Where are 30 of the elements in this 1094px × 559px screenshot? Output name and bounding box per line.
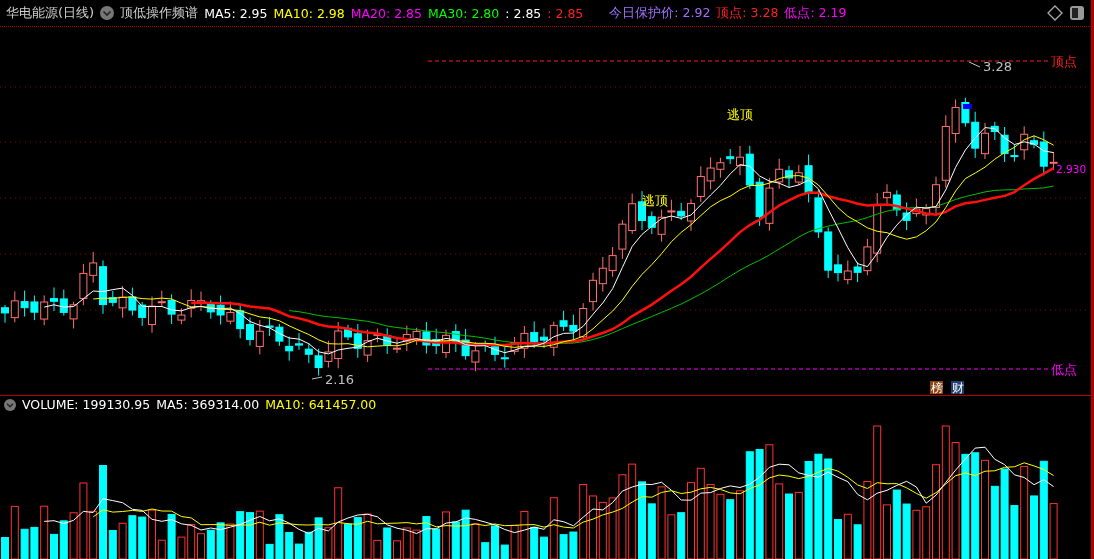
badge[interactable]: 榜 <box>930 381 943 395</box>
leader-line <box>311 376 323 380</box>
volume-value: MA10: 641457.00 <box>265 397 377 412</box>
dropdown-icon[interactable] <box>4 398 16 411</box>
indicator-value: 今日保护价: 2.92 <box>609 4 711 22</box>
indicator-value: : 2.85 <box>547 5 584 21</box>
diamond-icon[interactable] <box>1047 5 1063 21</box>
chart-annotation: 3.28 <box>983 59 1012 74</box>
chart-annotation: 2.16 <box>325 372 354 387</box>
indicator-name[interactable]: 顶低操作频谱 <box>120 4 199 22</box>
volume-value: VOLUME: 199130.95 <box>22 397 151 412</box>
dropdown-icon[interactable] <box>100 6 115 20</box>
chart-annotation: 低点 <box>1051 362 1077 377</box>
indicator-value: MA20: 2.85 <box>350 5 422 21</box>
indicator-value: 顶点: 3.28 <box>716 4 779 22</box>
indicator-value: 低点: 2.19 <box>784 4 847 22</box>
indicator-value: MA10: 2.98 <box>273 5 345 21</box>
panel-toggle-icon[interactable] <box>1069 5 1085 21</box>
stock-title: 华电能源(日线) <box>6 4 95 22</box>
volume-value: MA5: 369314.00 <box>156 397 260 412</box>
indicator-value: : 2.85 <box>505 5 542 21</box>
marker-icon <box>963 104 972 109</box>
indicator-value: MA5: 2.95 <box>204 5 268 21</box>
badge[interactable]: 财 <box>951 381 964 395</box>
leader-line <box>968 61 981 68</box>
chart-annotation: 2.930 <box>1056 163 1087 175</box>
chart-annotation: 逃顶 <box>727 107 753 122</box>
chart-annotation: 逃顶 <box>642 193 668 208</box>
indicator-value: MA30: 2.80 <box>428 5 500 21</box>
chart-annotation: 顶点 <box>1051 54 1077 69</box>
